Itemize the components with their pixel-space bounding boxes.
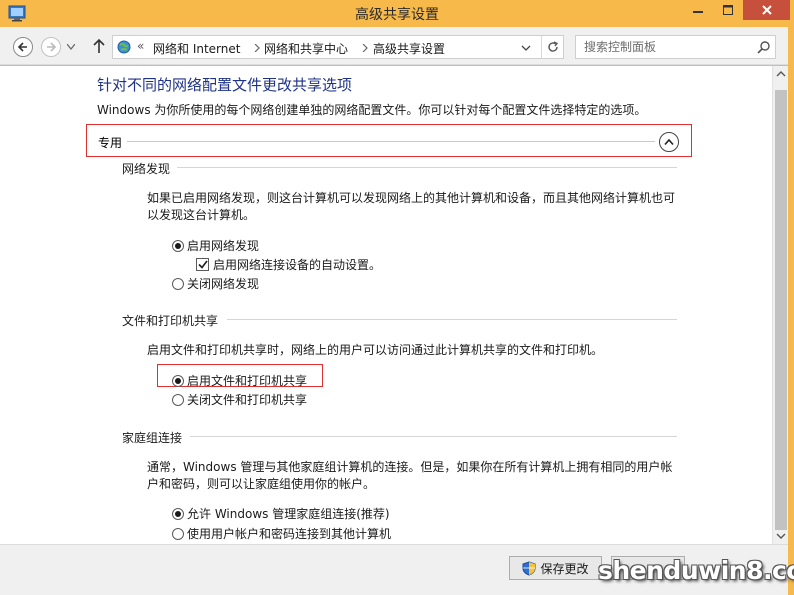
homegroup-description: 通常，Windows 管理与其他家庭组计算机的连接。但是，如果你在所有计算机上拥… <box>147 460 673 491</box>
minimize-icon <box>693 11 703 13</box>
network-discovery-heading: 网络发现 <box>122 162 171 176</box>
breadcrumb-advanced-sharing[interactable]: 高级共享设置 <box>373 40 445 57</box>
search-icon[interactable] <box>757 40 771 54</box>
forward-button[interactable] <box>41 37 61 57</box>
vertical-scrollbar[interactable] <box>772 66 788 544</box>
navigation-bar: « 网络和 Internet 网络和共享中心 高级共享设置 <box>0 27 794 65</box>
recent-pages-dropdown-icon[interactable] <box>67 44 75 50</box>
close-icon <box>761 5 772 15</box>
scroll-up-icon[interactable] <box>776 70 786 78</box>
up-arrow-icon[interactable] <box>92 38 106 54</box>
window-border <box>788 27 794 595</box>
search-input[interactable] <box>584 39 749 55</box>
profile-section-header[interactable]: 专用 <box>86 124 692 157</box>
close-button[interactable] <box>743 0 790 20</box>
watermark: shenduwin8.com <box>598 556 794 585</box>
option-label: 启用文件和打印机共享 <box>187 374 308 388</box>
search-box[interactable] <box>575 35 776 59</box>
option-label: 关闭文件和打印机共享 <box>187 393 308 407</box>
radio-selected[interactable] <box>172 507 184 520</box>
breadcrumb-network-sharing-center[interactable]: 网络和共享中心 <box>264 40 348 57</box>
divider <box>127 141 655 142</box>
radio-enable-file-printer-sharing[interactable]: 启用文件和打印机共享 <box>172 372 307 389</box>
radio-selected[interactable] <box>172 374 184 387</box>
checkmark-icon <box>197 260 208 269</box>
address-dropdown-icon[interactable] <box>521 45 531 51</box>
radio-disable-network-discovery[interactable]: 关闭网络发现 <box>172 275 259 292</box>
breadcrumb-chevron-icon[interactable] <box>254 44 260 52</box>
file-printer-sharing-description: 启用文件和打印机共享时，网络上的用户可以访问通过此计算机共享的文件和打印机。 <box>147 343 604 357</box>
collapse-button[interactable] <box>659 132 679 152</box>
homegroup-heading: 家庭组连接 <box>122 431 183 445</box>
divider <box>190 436 677 437</box>
radio-enable-network-discovery[interactable]: 启用网络发现 <box>172 237 259 254</box>
checkbox-checked[interactable] <box>196 258 209 271</box>
chevron-up-icon <box>664 138 674 146</box>
option-label: 关闭网络发现 <box>187 277 260 291</box>
content-pane: 针对不同的网络配置文件更改共享选项 Windows 为你所使用的每个网络创建单独… <box>0 66 772 544</box>
maximize-icon <box>723 5 733 15</box>
page-title: 针对不同的网络配置文件更改共享选项 <box>97 76 353 94</box>
profile-label: 专用 <box>98 136 123 150</box>
divider <box>177 167 677 168</box>
page-description: Windows 为你所使用的每个网络创建单独的网络配置文件。你可以针对每个配置文… <box>97 103 647 117</box>
option-label: 允许 Windows 管理家庭组连接(推荐) <box>187 507 390 521</box>
radio-disable-file-printer-sharing[interactable]: 关闭文件和打印机共享 <box>172 391 307 408</box>
save-button-label: 保存更改 <box>540 561 589 576</box>
radio-allow-windows-manage[interactable]: 允许 Windows 管理家庭组连接(推荐) <box>172 505 390 522</box>
divider <box>227 319 677 320</box>
back-button[interactable] <box>13 37 33 57</box>
save-changes-button[interactable]: 保存更改 <box>509 556 602 580</box>
scrollbar-thumb[interactable] <box>775 90 787 530</box>
network-globe-icon <box>117 40 131 54</box>
file-printer-sharing-heading: 文件和打印机共享 <box>122 314 219 328</box>
breadcrumb-network-internet[interactable]: 网络和 Internet <box>153 40 240 57</box>
maximize-button[interactable] <box>713 0 743 20</box>
radio-unselected[interactable] <box>172 277 184 290</box>
radio-use-user-accounts[interactable]: 使用用户帐户和密码连接到其他计算机 <box>172 525 391 542</box>
window-title: 高级共享设置 <box>355 7 439 23</box>
title-bar: 高级共享设置 <box>0 0 794 27</box>
radio-selected[interactable] <box>172 239 184 252</box>
breadcrumb-overflow[interactable]: « <box>137 39 144 53</box>
refresh-icon <box>547 41 558 52</box>
option-label: 使用用户帐户和密码连接到其他计算机 <box>187 527 392 541</box>
option-label: 启用网络连接设备的自动设置。 <box>213 258 382 272</box>
network-discovery-description: 如果已启用网络发现，则这台计算机可以发现网络上的其他计算机和设备，而且其他网络计… <box>147 191 676 222</box>
breadcrumb-chevron-icon[interactable] <box>362 44 368 52</box>
option-label: 启用网络发现 <box>187 239 260 253</box>
minimize-button[interactable] <box>683 0 713 20</box>
radio-unselected[interactable] <box>172 393 184 406</box>
radio-unselected[interactable] <box>172 527 184 540</box>
arrow-left-icon <box>17 42 27 52</box>
address-bar[interactable]: « 网络和 Internet 网络和共享中心 高级共享设置 <box>112 35 564 59</box>
checkbox-auto-setup[interactable]: 启用网络连接设备的自动设置。 <box>196 256 381 273</box>
scroll-down-icon[interactable] <box>776 532 786 540</box>
arrow-right-icon <box>47 42 57 52</box>
refresh-button[interactable] <box>541 36 563 58</box>
uac-shield-icon <box>522 560 536 576</box>
